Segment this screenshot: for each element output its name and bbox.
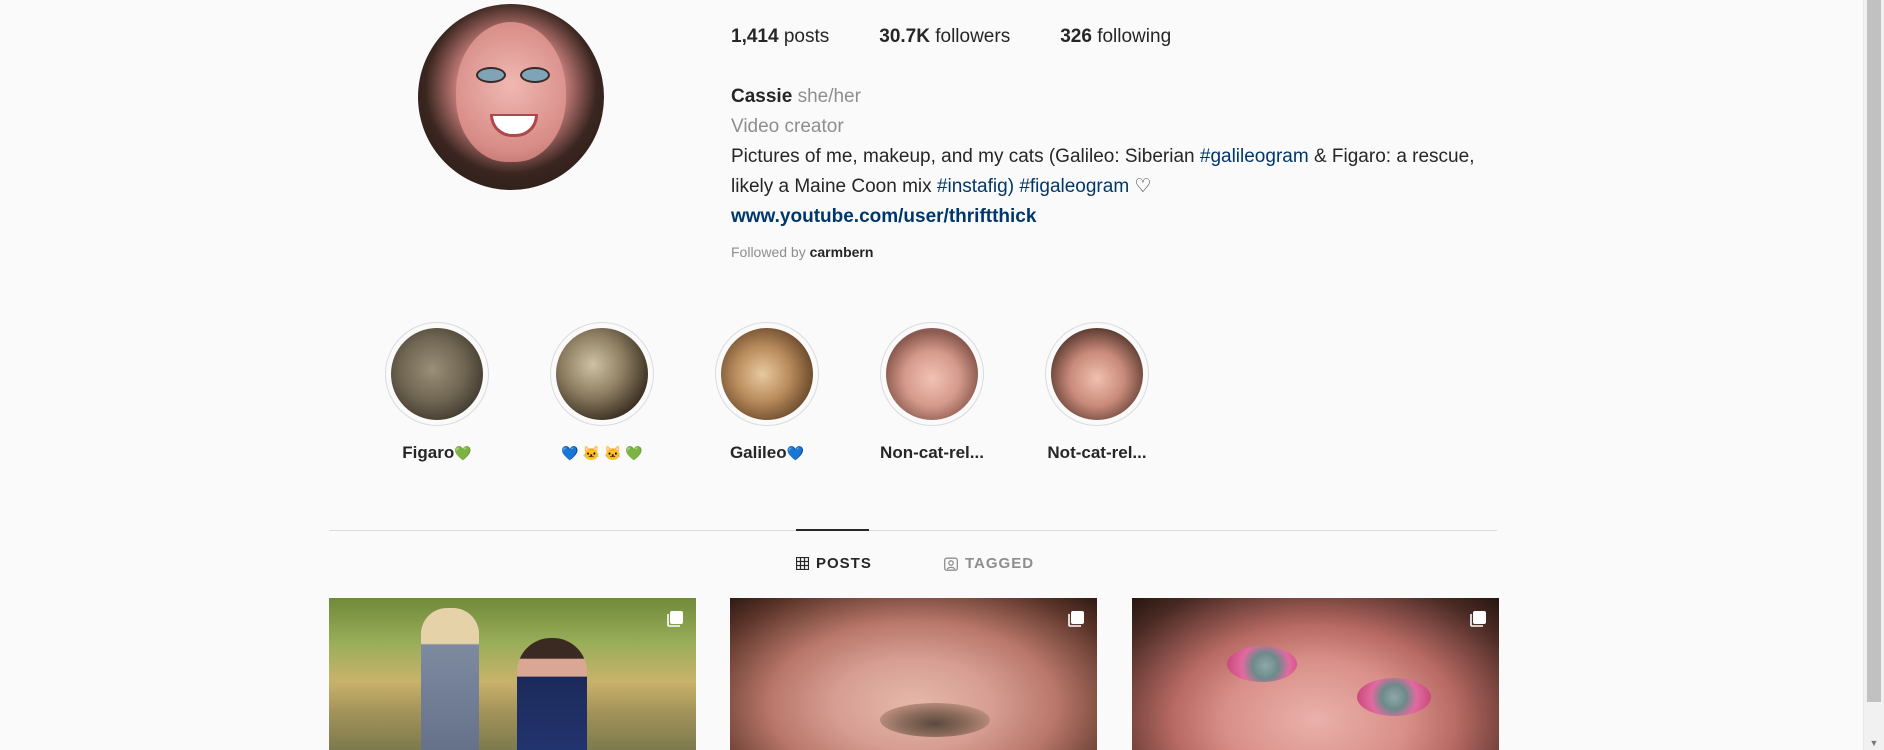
highlight-item[interactable]: Galileo💙 (715, 322, 819, 463)
story-highlights: Figaro💚 💙 🐱 🐱 💚 Galileo💙 Non-cat-rel... … (385, 322, 1210, 463)
photo-person (421, 608, 479, 750)
highlight-ring (880, 322, 984, 426)
highlight-label: Not-cat-rel... (1047, 443, 1146, 463)
following-count: 326 (1060, 26, 1092, 47)
highlight-item[interactable]: Non-cat-rel... (880, 322, 984, 463)
bio-text: Pictures of me, makeup, and my cats (Gal… (731, 142, 1511, 202)
highlight-ring (550, 322, 654, 426)
avatar-eye-right (520, 67, 550, 83)
active-tab-indicator (796, 529, 869, 531)
profile-name: Cassie (731, 86, 793, 107)
carousel-icon (667, 611, 683, 627)
followers-count: 30.7K (879, 26, 930, 47)
highlight-label: Non-cat-rel... (880, 443, 984, 463)
following-label: following (1097, 26, 1172, 47)
following-stat[interactable]: 326 following (1060, 26, 1171, 48)
hashtag-link[interactable]: #figaleogram (1019, 176, 1129, 197)
profile-stats: 1,414 posts 30.7K followers 326 followin… (731, 26, 1221, 48)
highlight-text: Galileo (729, 443, 787, 462)
followed-by-prefix: Followed by (731, 244, 810, 260)
profile-name-line: Cassie she/her (731, 82, 1511, 112)
highlight-ring (715, 322, 819, 426)
highlight-emoji: 💙 🐱 🐱 💚 (561, 445, 643, 461)
highlight-label: Figaro💚 (402, 443, 471, 463)
highlight-label: Galileo💙 (730, 443, 804, 463)
followers-stat[interactable]: 30.7K followers (879, 26, 1010, 48)
profile-avatar[interactable] (418, 4, 604, 190)
photo-eye (880, 703, 990, 737)
posts-stat: 1,414 posts (731, 26, 829, 48)
tag-user-icon (944, 557, 958, 571)
bio-text-part: Pictures of me, makeup, and my cats (Gal… (731, 146, 1200, 167)
highlight-item[interactable]: Not-cat-rel... (1045, 322, 1149, 463)
posts-label: posts (783, 26, 830, 47)
followed-by[interactable]: Followed by carmbern (731, 244, 873, 260)
highlight-emoji: 💙 (786, 445, 805, 461)
hashtag-link[interactable]: #instafig) (937, 176, 1014, 197)
carousel-icon (1068, 611, 1084, 627)
avatar-face (456, 22, 566, 162)
bio-text-part: ♡ (1129, 176, 1152, 197)
tab-posts[interactable]: POSTS (796, 555, 872, 572)
post-thumbnail[interactable] (329, 598, 696, 750)
highlight-emoji: 💚 (454, 445, 472, 461)
tabs-divider (329, 530, 1497, 531)
page-scrollbar[interactable]: ▼ (1863, 0, 1884, 750)
post-thumbnail[interactable] (730, 598, 1097, 750)
avatar-eye-left (476, 67, 506, 83)
profile-bio: Cassie she/her Video creator Pictures of… (731, 82, 1511, 232)
hashtag-link[interactable]: #galileogram (1200, 146, 1309, 167)
scroll-down-arrow-icon[interactable]: ▼ (1864, 736, 1884, 750)
post-thumbnail[interactable] (1132, 598, 1499, 750)
tab-tagged[interactable]: TAGGED (944, 555, 1034, 572)
highlight-ring (385, 322, 489, 426)
profile-category: Video creator (731, 116, 844, 137)
highlight-cover (556, 328, 648, 420)
highlight-text: Figaro (402, 443, 455, 462)
tab-tagged-label: TAGGED (965, 555, 1035, 572)
avatar-smile (490, 114, 538, 137)
profile-pronouns: she/her (797, 86, 861, 107)
grid-icon (796, 557, 809, 570)
highlight-cover (721, 328, 813, 420)
tab-posts-label: POSTS (816, 555, 872, 572)
highlight-cover (391, 328, 483, 420)
followed-by-user[interactable]: carmbern (810, 244, 874, 260)
followers-label: followers (935, 26, 1011, 47)
highlight-cover (1051, 328, 1143, 420)
highlight-text: Non-cat-rel... (880, 443, 984, 462)
highlight-cover (886, 328, 978, 420)
highlight-item[interactable]: 💙 🐱 🐱 💚 (550, 322, 654, 463)
highlight-ring (1045, 322, 1149, 426)
photo-person (517, 638, 587, 750)
photo-eye (1227, 646, 1297, 682)
profile-external-link[interactable]: www.youtube.com/user/thriftthick (731, 206, 1036, 227)
highlight-item[interactable]: Figaro💚 (385, 322, 489, 463)
scrollbar-thumb[interactable] (1867, 0, 1881, 702)
highlight-text: Not-cat-rel... (1047, 443, 1147, 462)
carousel-icon (1470, 611, 1486, 627)
posts-count: 1,414 (731, 26, 779, 47)
highlight-label: 💙 🐱 🐱 💚 (561, 443, 642, 463)
photo-eye (1357, 678, 1431, 716)
